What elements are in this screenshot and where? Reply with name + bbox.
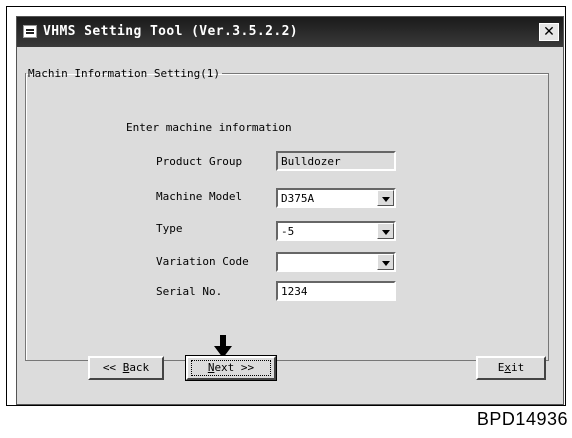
machine-model-label: Machine Model: [156, 190, 243, 203]
focus-rect: [191, 360, 271, 376]
app-icon: [23, 25, 37, 38]
serial-no-value: 1234: [281, 285, 308, 298]
chevron-down-icon[interactable]: [377, 190, 394, 206]
back-prefix: <<: [102, 361, 123, 374]
close-icon: ✕: [543, 24, 555, 40]
product-group-value: Bulldozer: [281, 155, 341, 168]
chevron-down-icon[interactable]: [377, 254, 394, 270]
back-rest: ack: [129, 361, 150, 374]
next-button[interactable]: Next >>: [185, 355, 277, 381]
exit-mnemonic: x: [504, 361, 511, 374]
instruction-text: Enter machine information: [126, 121, 292, 134]
type-label: Type: [156, 222, 183, 235]
serial-no-label: Serial No.: [156, 285, 223, 298]
type-value: -5: [281, 225, 295, 238]
product-group-label: Product Group: [156, 155, 243, 168]
variation-code-select[interactable]: [276, 252, 396, 272]
exit-button[interactable]: Exit: [476, 356, 546, 380]
type-select[interactable]: -5: [276, 221, 396, 241]
back-button[interactable]: << Back: [88, 356, 164, 380]
exit-rest: it: [511, 361, 525, 374]
app-window: VHMS Setting Tool (Ver.3.5.2.2) ✕ Machin…: [16, 16, 564, 405]
product-group-field: Bulldozer: [276, 151, 396, 171]
chevron-down-icon[interactable]: [377, 223, 394, 239]
title-bar: VHMS Setting Tool (Ver.3.5.2.2) ✕: [17, 17, 563, 47]
machine-model-select[interactable]: D375A: [276, 188, 396, 208]
serial-no-input[interactable]: 1234: [276, 281, 396, 301]
machine-info-group: Machin Information Setting(1): [25, 67, 549, 361]
machine-model-value: D375A: [281, 192, 315, 205]
figure-caption: BPD14936: [476, 409, 568, 429]
close-button[interactable]: ✕: [539, 23, 559, 41]
variation-code-label: Variation Code: [156, 255, 249, 268]
group-legend: Machin Information Setting(1): [28, 67, 221, 80]
window-title: VHMS Setting Tool (Ver.3.5.2.2): [43, 24, 299, 39]
